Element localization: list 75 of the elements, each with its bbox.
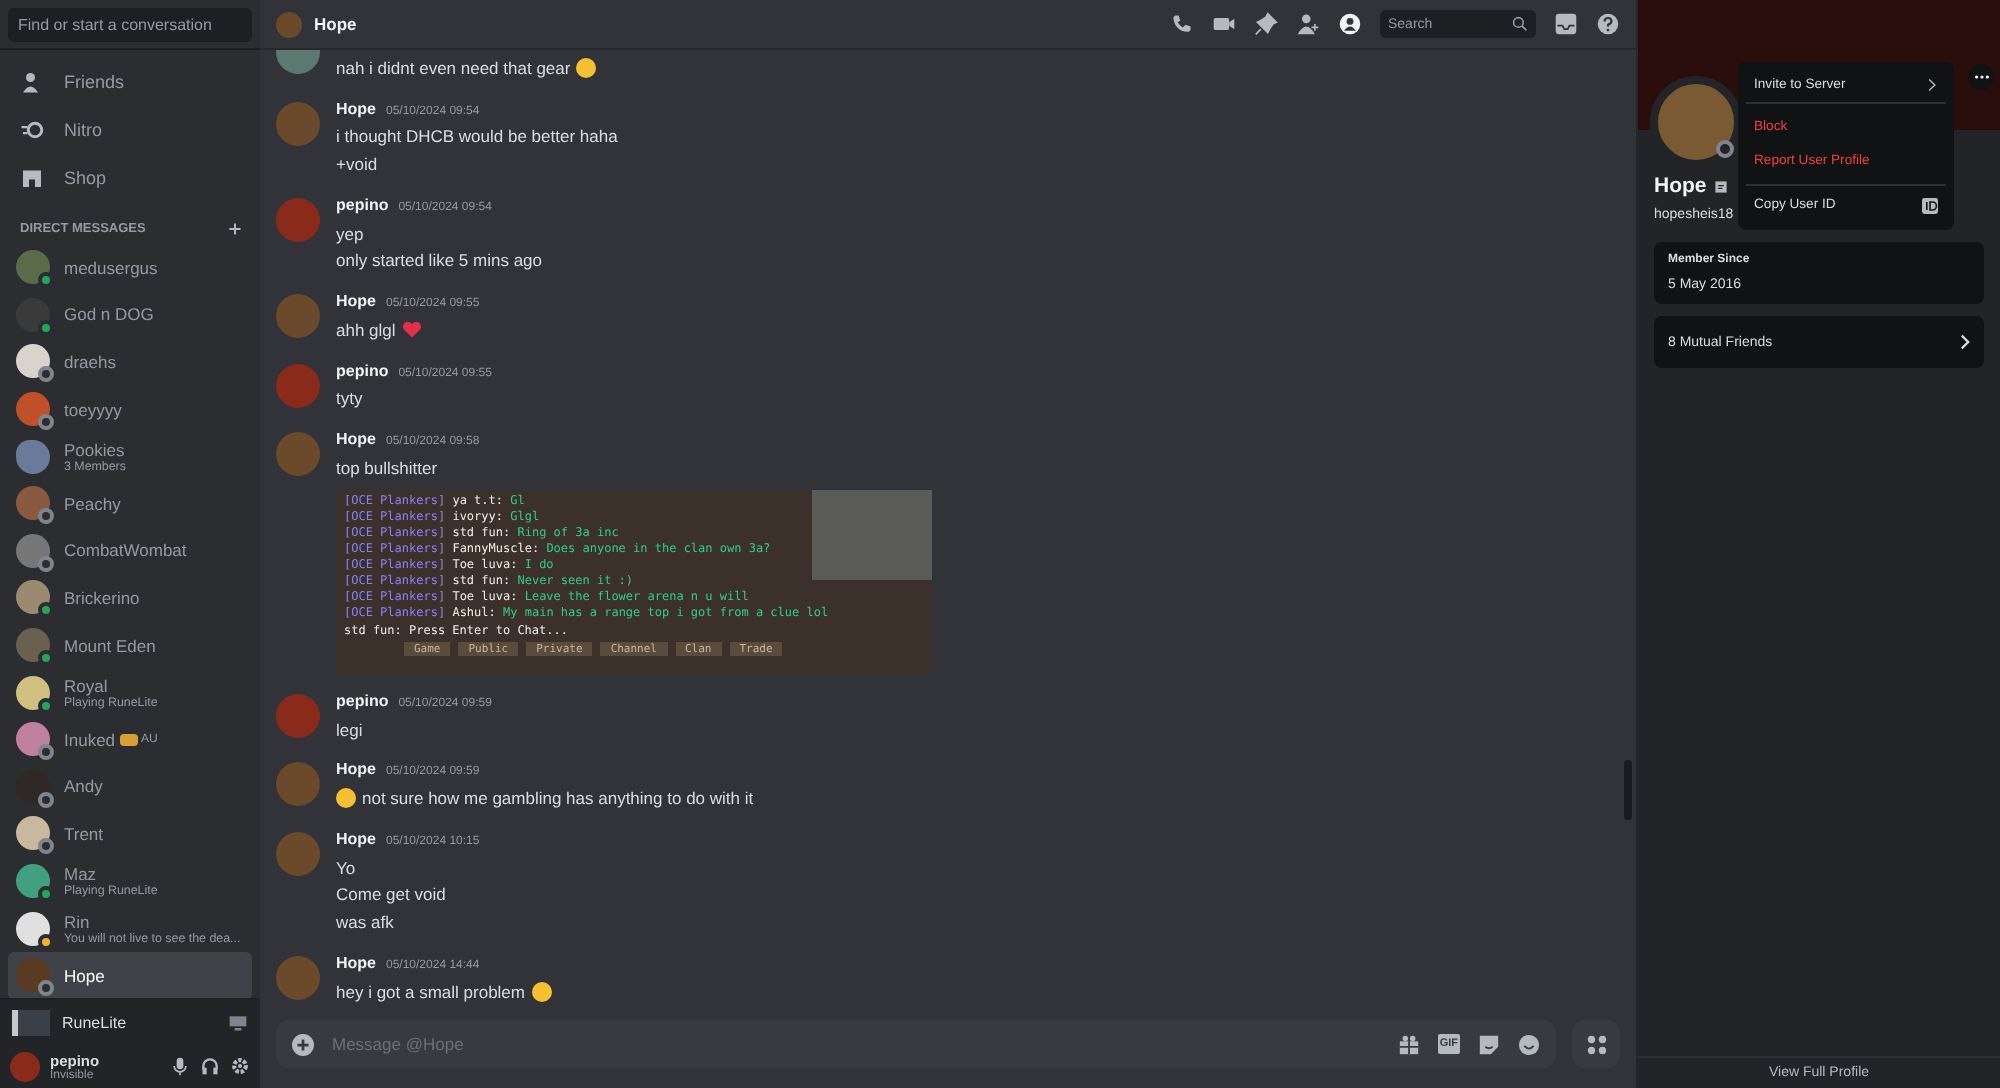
activity-title: RuneLite [62,1013,127,1031]
nav-item[interactable]: Friends [8,58,252,106]
app-logo [12,1009,50,1035]
note-icon[interactable] [1714,179,1729,193]
smiley-icon[interactable] [1518,1033,1540,1055]
author-name[interactable]: Hope [336,291,376,310]
author-name[interactable]: Hope [336,829,376,848]
sticker-icon[interactable] [1478,1033,1500,1055]
display-name: Hope [1654,174,1707,198]
nav-item[interactable]: Nitro [8,106,252,154]
chevron-right-icon [1926,78,1938,92]
dm-item[interactable]: toeyyyy [8,385,252,433]
message-text: Yo [336,857,356,878]
message-text: nah i didnt even need that gear [336,57,571,78]
message-text: not sure how me gambling has anything to do with it [362,788,754,809]
author-name[interactable]: pepino [336,361,389,380]
message-text: ahh glgl [336,319,396,340]
status-indicator [1716,140,1734,158]
dm-item[interactable]: draehs [8,338,252,386]
dm-item[interactable]: CombatWombat [8,527,252,575]
author-name[interactable]: pepino [336,691,389,710]
message-text: +void [336,153,378,174]
inbox-icon[interactable] [1554,12,1578,36]
author-name[interactable]: Hope [336,760,376,779]
message-text: tyty [336,388,363,409]
message-text: legi [336,719,363,740]
search-icon [1512,16,1528,32]
author-name[interactable]: pepino [336,195,389,214]
video-camera-icon[interactable] [1212,12,1236,36]
add-user-icon[interactable] [1296,12,1320,36]
game-screenshot[interactable] [336,489,932,674]
author-name[interactable]: Hope [336,953,376,972]
channel-title: Hope [314,14,357,34]
chevron-right-icon [1960,334,1970,350]
gift-icon[interactable] [1397,1033,1420,1055]
apps-button[interactable] [1572,1020,1620,1068]
heart-icon [401,319,422,340]
message-text: top bullshitter [336,457,438,478]
dm-item[interactable]: God n DOG [8,291,252,339]
shop-icon [20,166,44,190]
message-text: only started like 5 mins ago [336,250,542,271]
message-text: Come get void [336,884,446,905]
help-icon[interactable] [1596,12,1620,36]
more-button[interactable] [1968,64,1994,90]
dm-item[interactable]: Andy [8,763,252,811]
settings-icon[interactable] [230,1056,250,1076]
apps-icon [1585,1033,1607,1055]
pin-icon[interactable] [1254,12,1278,36]
message-text: i thought DHCB would be better haha [336,126,618,147]
message-text: hey i got a small problem [336,981,525,1002]
dm-item[interactable]: Brickerino [8,574,252,622]
stone-wall-drawing [812,489,932,580]
phone-icon[interactable] [1170,12,1194,36]
message-text: yep [336,223,364,244]
author-name[interactable]: Hope [336,99,376,118]
nitro-icon [20,118,44,142]
dm-item[interactable]: medusergus [8,244,252,292]
nav-item[interactable]: Shop [8,154,252,202]
dm-item[interactable]: Mount Eden [8,621,252,669]
dm-item[interactable]: Trent [8,810,252,858]
user-avatar [276,11,302,37]
search-field[interactable]: Find or start a conversation [8,7,252,41]
profile-icon[interactable] [1338,12,1362,36]
author-name[interactable]: Hope [336,430,376,449]
user-avatar[interactable] [276,50,320,74]
plus-icon[interactable] [228,222,242,236]
microphone-icon[interactable] [170,1056,190,1076]
dm-item[interactable]: Peachy [8,479,252,528]
id-card-icon [1922,197,1938,213]
add-icon[interactable] [292,1033,314,1055]
message-text: was afk [336,911,394,932]
screen-icon[interactable] [228,1013,248,1031]
headphones-icon[interactable] [200,1056,220,1076]
more-icon [1973,74,1989,80]
dm-item[interactable]: Hope [8,951,252,998]
